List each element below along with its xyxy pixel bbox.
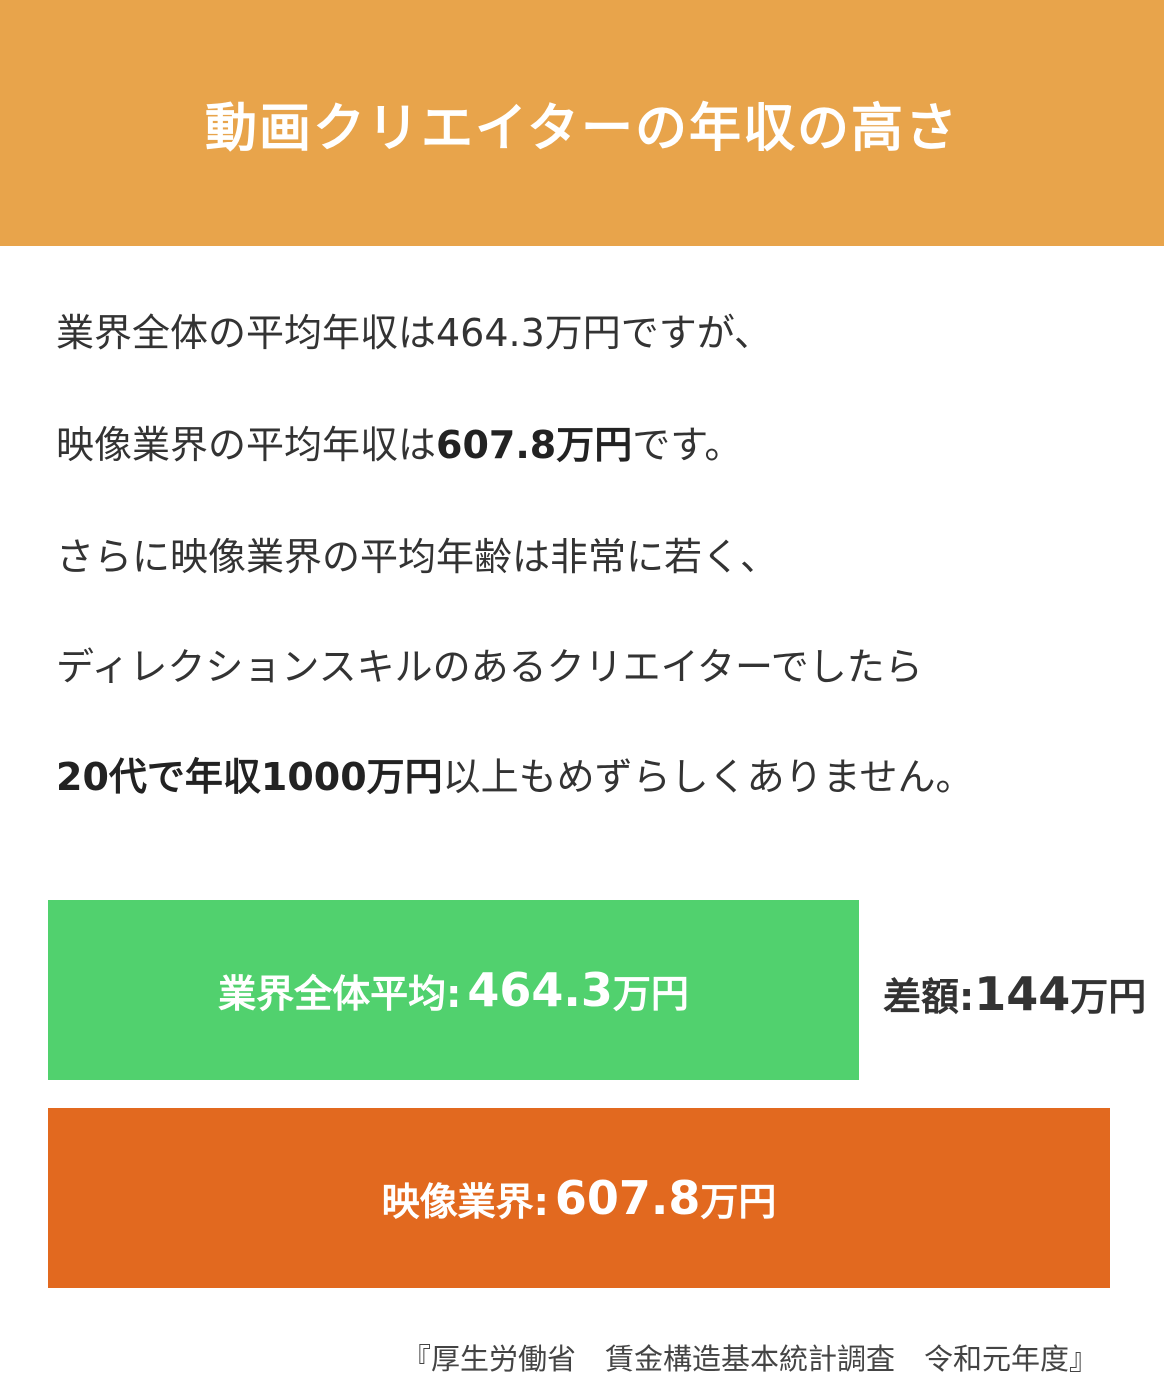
source-citation: 『厚生労働省 賃金構造基本統計調査 令和元年度』	[401, 1342, 1098, 1376]
emphasized-text: 607.8万円	[436, 423, 633, 467]
paragraph-text: 映像業界の平均年収は	[56, 423, 437, 467]
paragraph-text: ディレクションスキルのあるクリエイターでしたら	[56, 645, 923, 689]
paragraph-line: 20代で年収1000万円以上もめずらしくありません。	[56, 753, 974, 801]
difference-value: 144	[974, 967, 1071, 1021]
paragraph-text: 以上もめずらしくありません。	[442, 755, 974, 799]
difference-unit: 万円	[1070, 975, 1147, 1019]
paragraph-line: ディレクションスキルのあるクリエイターでしたら	[56, 643, 923, 691]
bar-label: 業界全体平均:	[218, 971, 462, 1016]
difference-label: 差額:	[883, 975, 975, 1019]
bar-unit: 万円	[612, 971, 689, 1016]
video-industry-bar: 映像業界: 607.8 万円	[48, 1108, 1110, 1288]
paragraph-text: さらに映像業界の平均年齢は非常に若く、	[56, 535, 779, 579]
bar-unit: 万円	[700, 1179, 777, 1224]
header-banner: 動画クリエイターの年収の高さ	[0, 0, 1164, 246]
bar-value: 464.3	[467, 963, 613, 1017]
paragraph-line: さらに映像業界の平均年齢は非常に若く、	[56, 533, 778, 581]
bar-value: 607.8	[554, 1171, 701, 1225]
difference-annotation: 差額: 144 万円	[883, 966, 1146, 1021]
bar-label: 映像業界:	[381, 1179, 549, 1224]
page-title: 動画クリエイターの年収の高さ	[205, 98, 959, 159]
paragraph-line: 業界全体の平均年収は464.3万円ですが、	[56, 309, 772, 357]
industry-average-bar: 業界全体平均: 464.3 万円	[48, 900, 859, 1080]
paragraph-line: 映像業界の平均年収は607.8万円です。	[56, 421, 742, 469]
emphasized-text: 20代で年収1000万円	[56, 755, 443, 799]
salary-comparison-chart: 業界全体平均: 464.3 万円 映像業界: 607.8 万円 差額: 144 万円	[0, 880, 1164, 1300]
paragraph-text: 業界全体の平均年収は464.3万円ですが、	[56, 311, 773, 355]
paragraph-text: です。	[632, 423, 743, 467]
